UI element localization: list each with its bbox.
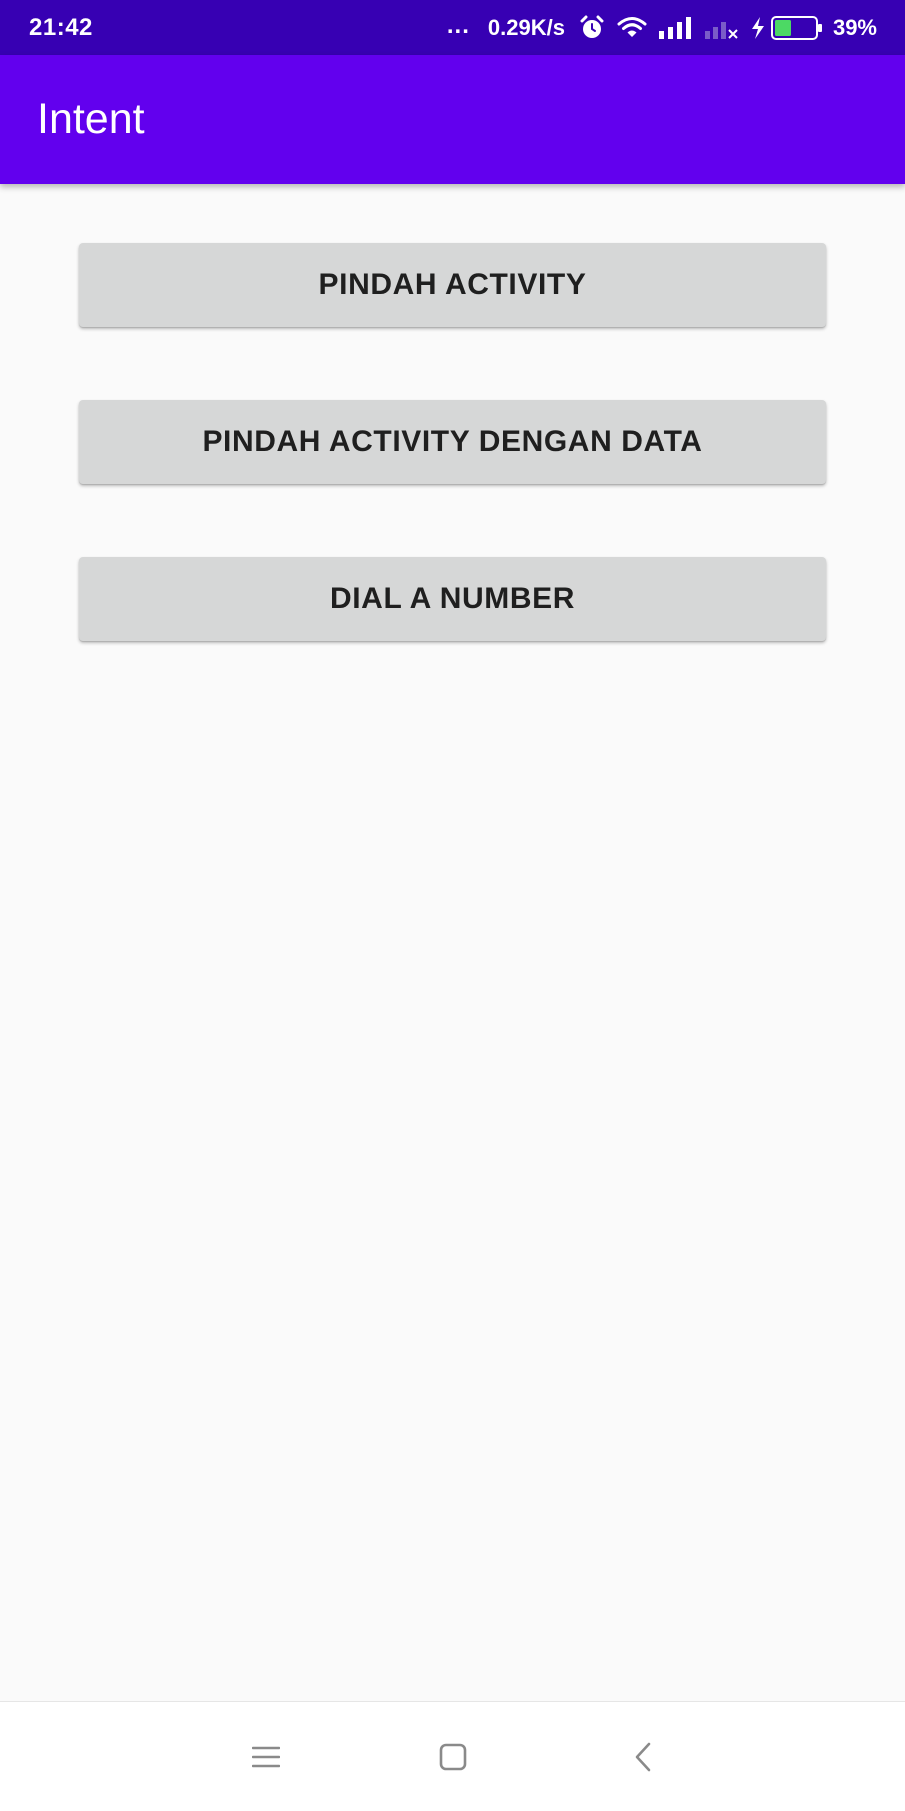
alarm-icon xyxy=(579,15,605,41)
move-activity-with-data-button[interactable]: PINDAH ACTIVITY DENGAN DATA xyxy=(79,400,826,484)
status-time: 21:42 xyxy=(29,14,93,41)
signal-icon xyxy=(658,16,693,39)
dial-number-button[interactable]: DIAL A NUMBER xyxy=(79,557,826,641)
network-speed: 0.29K/s xyxy=(487,14,565,40)
navigation-bar xyxy=(0,1701,905,1811)
back-icon[interactable] xyxy=(626,1740,660,1774)
status-icons: ... 0.29K/s 39% xyxy=(447,0,877,55)
more-dots-icon: ... xyxy=(446,11,470,39)
signal-no-service-icon xyxy=(704,17,739,39)
wifi-icon xyxy=(617,16,647,40)
status-bar: 21:42 ... 0.29K/s 39% xyxy=(0,0,905,55)
charging-icon xyxy=(751,16,765,39)
home-icon[interactable] xyxy=(436,1740,470,1774)
move-activity-button[interactable]: PINDAH ACTIVITY xyxy=(79,243,826,327)
battery-icon xyxy=(770,15,823,40)
app-bar: Intent xyxy=(0,55,905,184)
app-title: Intent xyxy=(37,95,145,143)
menu-icon[interactable] xyxy=(249,1740,283,1774)
battery-percentage: 39% xyxy=(832,14,877,40)
